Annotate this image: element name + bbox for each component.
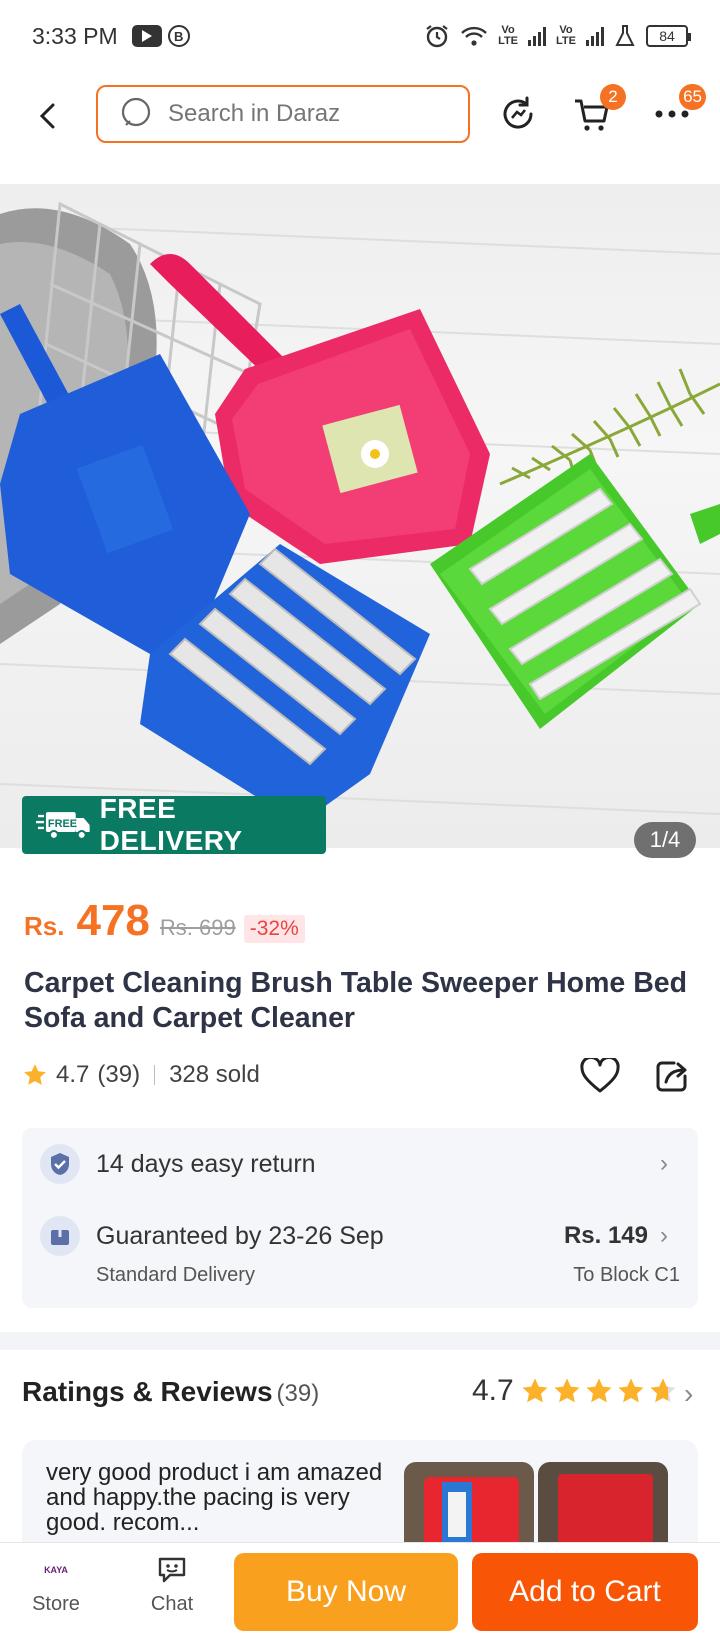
delivery-guarantee: Guaranteed by 23-26 Sep [96, 1222, 384, 1250]
chevron-right-icon: › [660, 1150, 668, 1177]
store-button[interactable]: KAYA Store [16, 1555, 96, 1616]
package-icon [40, 1216, 80, 1256]
top-nav: Search in Daraz 2 65 [0, 80, 720, 152]
search-input[interactable]: Search in Daraz [96, 85, 470, 143]
chat-button[interactable]: Chat [132, 1555, 212, 1616]
free-delivery-banner: FREE FREE DELIVERY [22, 793, 326, 856]
ratings-stars[interactable] [520, 1376, 678, 1406]
search-icon [121, 97, 151, 127]
star-icon [554, 1378, 580, 1403]
heart-icon [580, 1058, 620, 1093]
chevron-right-icon: › [660, 1222, 668, 1249]
more-badge: 65 [679, 84, 706, 110]
price-row: Rs. 478 Rs. 699 -32% [24, 896, 305, 952]
chevron-left-icon [39, 103, 55, 129]
status-icons: Vo LTE Vo LTE 84 [424, 23, 691, 49]
product-page: 3:33 PM B Vo LTE Vo LTE 84 Search in Daraz… [0, 0, 720, 1640]
refresh-icon [503, 96, 533, 129]
product-image[interactable] [0, 184, 720, 848]
shield-check-icon [40, 1144, 80, 1184]
search-placeholder: Search in Daraz [168, 100, 341, 127]
more-icon [655, 110, 689, 118]
wifi-icon [461, 26, 487, 46]
sold-count: 328 sold [169, 1061, 260, 1088]
cart-badge: 2 [600, 84, 626, 110]
signal-icon-1 [528, 26, 547, 46]
add-to-cart-button[interactable]: Add to Cart [472, 1553, 698, 1631]
refresh-button[interactable] [490, 86, 546, 142]
alarm-icon [426, 25, 448, 48]
rating-count: (39) [97, 1061, 141, 1088]
signal-icon-2 [586, 26, 604, 46]
volte-indicator-2: Vo LTE [556, 24, 576, 47]
share-icon [656, 1061, 687, 1092]
bottom-action-bar: KAYA Store Chat Buy Now Add to Cart [0, 1542, 720, 1640]
service-box: 14 days easy return › Guaranteed by 23-2… [22, 1128, 698, 1308]
status-time: 3:33 PM [32, 22, 118, 49]
youtube-icon [131, 25, 162, 47]
image-counter: 1/4 [634, 822, 696, 858]
buy-now-button[interactable]: Buy Now [234, 1553, 458, 1631]
review-text: very good product i am amazed and happy.… [46, 1459, 383, 1536]
wishlist-button[interactable] [576, 1052, 624, 1100]
battery-indicator: 84 [646, 25, 691, 47]
price-current: 478 [76, 896, 150, 945]
product-title: Carpet Cleaning Brush Table Sweeper Home… [24, 967, 688, 1034]
volte-indicator-1: Vo LTE [498, 24, 519, 47]
store-logo: KAYA [44, 1565, 68, 1575]
more-button[interactable]: 65 [644, 84, 706, 142]
return-policy-text: 14 days easy return [96, 1150, 316, 1178]
ratings-heading-text: Ratings & Reviews [22, 1376, 273, 1407]
product-photo [0, 201, 720, 824]
chat-label: Chat [150, 1593, 194, 1615]
ratings-heading: Ratings & Reviews (39) [22, 1376, 319, 1408]
chevron-right-icon[interactable]: › [684, 1378, 693, 1410]
ratings-count: (39) [276, 1380, 320, 1407]
delivery-fee: Rs. 149 [563, 1222, 648, 1249]
star-icon [24, 1064, 46, 1085]
free-delivery-label: FREE DELIVERY [99, 793, 243, 856]
star-icon [650, 1378, 676, 1403]
price-original: Rs. 699 [159, 915, 236, 940]
ratings-score: 4.7 [472, 1374, 514, 1407]
status-bar: 3:33 PM B Vo LTE Vo LTE 84 [0, 0, 720, 72]
star-icon [522, 1378, 548, 1403]
truck-icon: FREE [36, 812, 90, 840]
section-divider [0, 1332, 720, 1350]
delivery-type: Standard Delivery [96, 1264, 255, 1286]
divider [154, 1065, 156, 1085]
rating-value: 4.7 [56, 1061, 90, 1088]
b-notification-icon: B [167, 25, 190, 47]
free-tag-text: FREE [48, 818, 77, 830]
back-button[interactable] [18, 86, 78, 146]
star-icon [586, 1378, 612, 1403]
store-label: Store [32, 1593, 80, 1615]
flask-icon [615, 25, 635, 46]
chat-icon [158, 1557, 186, 1583]
cart-button[interactable]: 2 [564, 84, 626, 142]
delivery-location: To Block C1 [573, 1264, 680, 1286]
discount-badge: -32% [243, 915, 305, 943]
price-currency: Rs. [24, 911, 65, 941]
star-icon [618, 1378, 644, 1403]
rating-summary[interactable]: 4.7 (39) 328 sold [22, 1058, 260, 1092]
share-button[interactable] [648, 1052, 696, 1100]
